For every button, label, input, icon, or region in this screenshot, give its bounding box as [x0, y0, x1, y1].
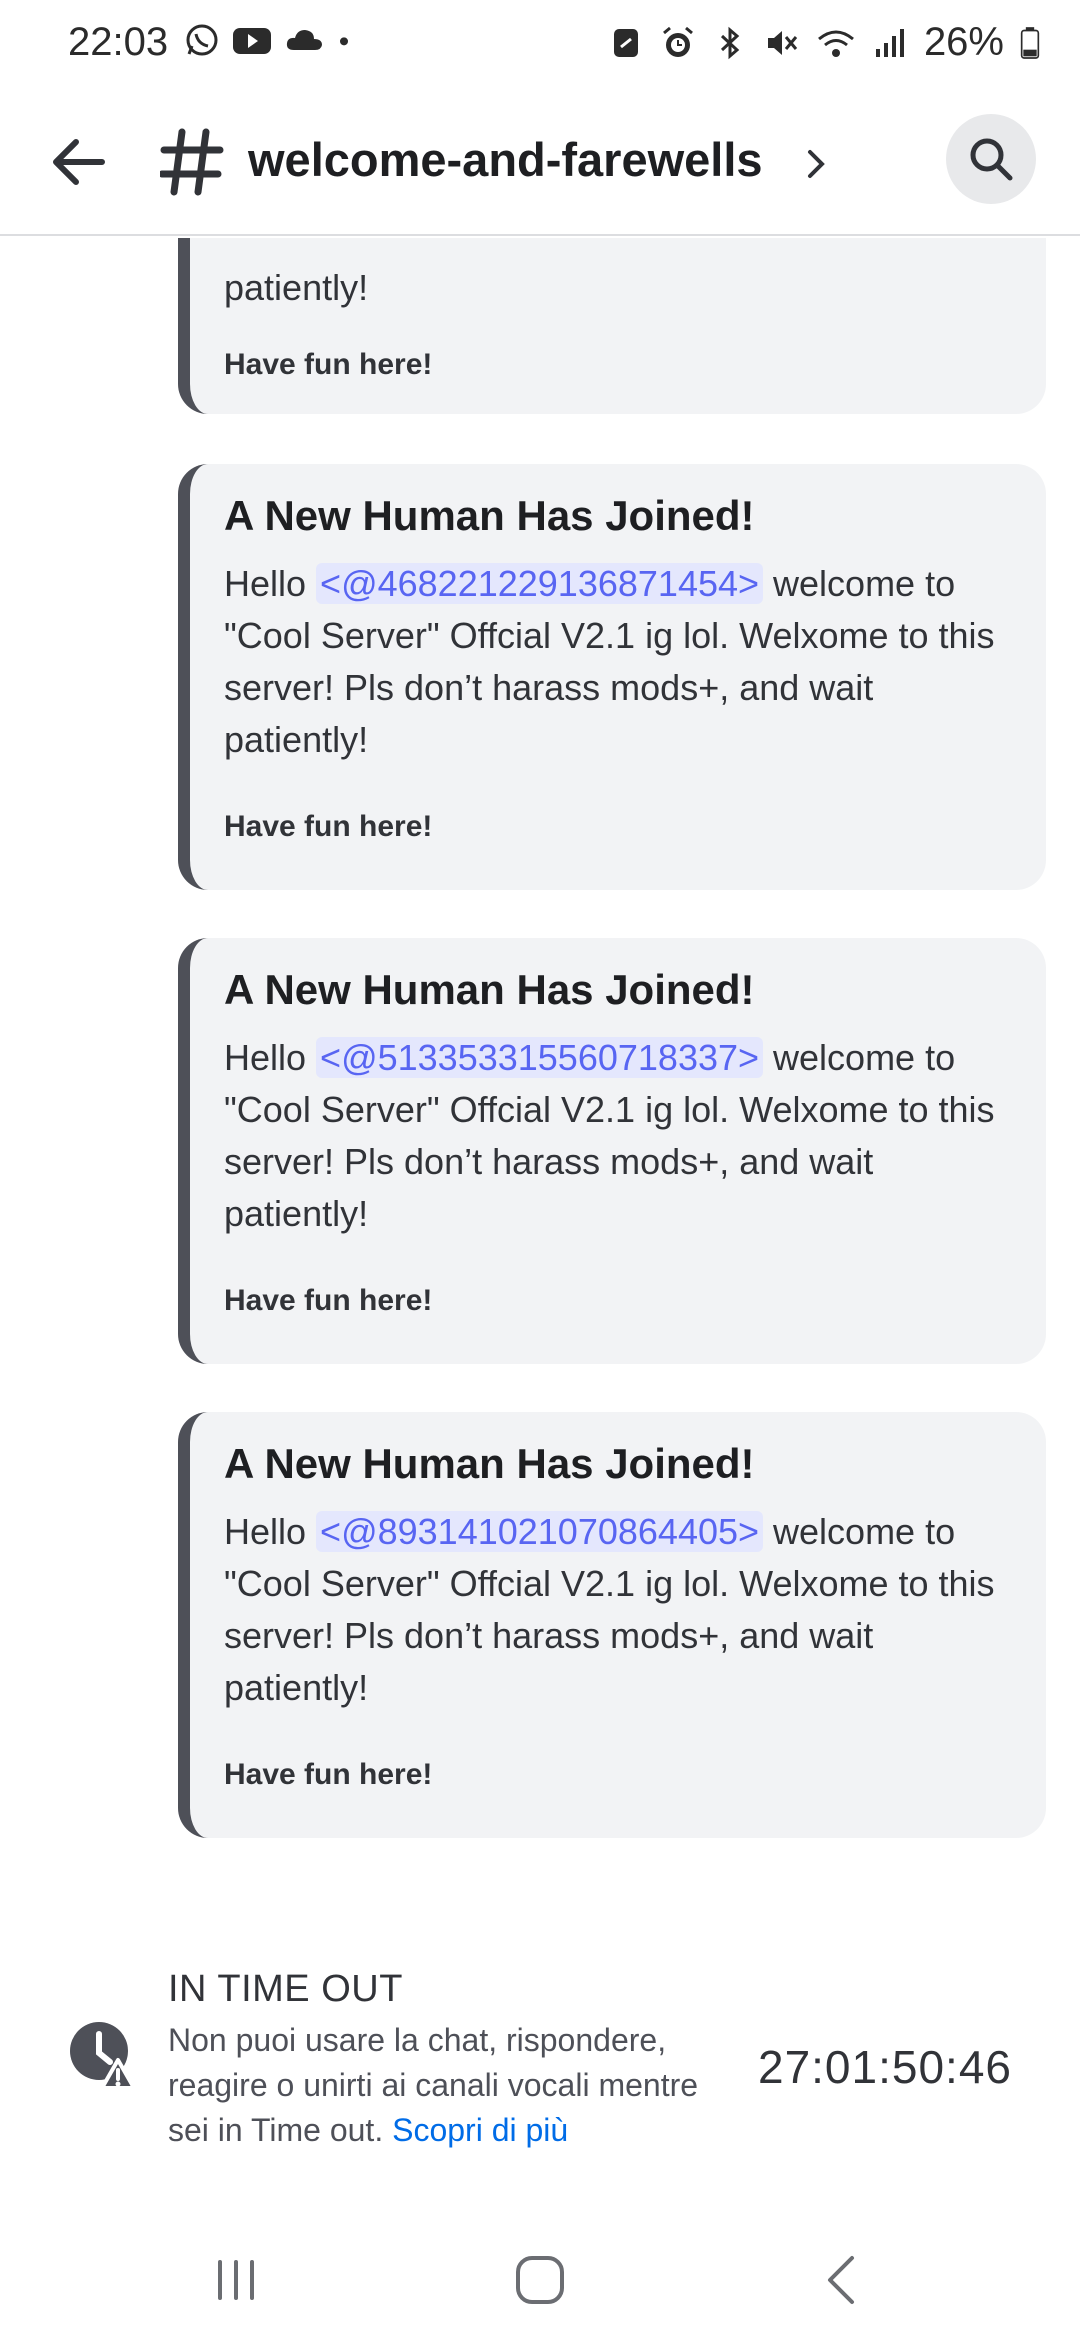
channel-hash-icon [160, 128, 224, 196]
message-embed: A New Human Has Joined! Hello <@89314102… [178, 1412, 1046, 1838]
embed-footer: Have fun here! [224, 348, 433, 381]
message-list[interactable]: patiently! Have fun here! A New Human Ha… [0, 238, 1080, 1918]
back-arrow-icon[interactable] [44, 128, 112, 196]
user-mention[interactable]: <@468221229136871454> [316, 563, 764, 604]
embed-description: Hello <@468221229136871454> welcome to "… [224, 558, 1006, 766]
timeout-clock-warning-icon [70, 2022, 136, 2090]
embed-footer: Have fun here! [224, 1284, 433, 1317]
status-left-icons [184, 22, 360, 58]
timeout-description: Non puoi usare la chat, rispondere, reag… [168, 2018, 728, 2153]
message-embed: A New Human Has Joined! Hello <@51335331… [178, 938, 1046, 1364]
whatsapp-icon [186, 24, 218, 56]
embed-footer: Have fun here! [224, 810, 433, 843]
channel-name[interactable]: welcome-and-farewells [248, 132, 763, 187]
chevron-right-icon[interactable] [802, 144, 830, 184]
embed-description-prefix: Hello [224, 563, 317, 604]
embed-description: Hello <@893141021070864405> welcome to "… [224, 1506, 1006, 1714]
battery-percentage: 26% [923, 20, 1004, 64]
system-navigation-bar [0, 2220, 1080, 2340]
dot-icon [340, 37, 348, 46]
embed-description: Hello <@513353315560718337> welcome to "… [224, 1032, 1006, 1240]
embed-title: A New Human Has Joined! [224, 1440, 755, 1487]
search-icon [970, 138, 1013, 181]
bluetooth-icon [720, 26, 740, 59]
embed-description-prefix: Hello [224, 1037, 317, 1078]
status-bar: 22:03 26% [0, 0, 1080, 86]
alarm-icon [662, 26, 693, 57]
embed-description: patiently! [224, 238, 1006, 314]
status-right-icons: 26% [608, 20, 1040, 65]
search-button[interactable] [946, 114, 1036, 204]
back-nav-icon[interactable] [812, 2250, 872, 2310]
recent-apps-icon[interactable] [206, 2250, 266, 2310]
nfc-icon [613, 28, 638, 57]
timeout-banner: IN TIME OUT Non puoi usare la chat, risp… [0, 1940, 1080, 2180]
cloud-icon [286, 30, 322, 50]
message-embed: patiently! Have fun here! [178, 238, 1046, 414]
embed-description-prefix: Hello [224, 1511, 317, 1552]
signal-icon [875, 28, 904, 57]
battery-icon [1020, 26, 1040, 59]
timeout-title: IN TIME OUT [168, 1968, 403, 2010]
message-embed: A New Human Has Joined! Hello <@46822122… [178, 464, 1046, 890]
embed-title: A New Human Has Joined! [224, 492, 755, 539]
user-mention[interactable]: <@513353315560718337> [316, 1037, 764, 1078]
home-icon[interactable] [510, 2250, 570, 2310]
user-mention[interactable]: <@893141021070864405> [316, 1511, 764, 1552]
timeout-countdown: 27:01:50:46 [757, 2041, 1012, 2093]
wifi-icon [817, 30, 854, 57]
learn-more-link[interactable]: Scopri di più [392, 2112, 568, 2148]
embed-description-text: patiently! [224, 267, 369, 308]
channel-header: welcome-and-farewells [0, 86, 1080, 236]
status-time: 22:03 [68, 20, 169, 64]
embed-footer: Have fun here! [224, 1758, 433, 1791]
embed-title: A New Human Has Joined! [224, 966, 755, 1013]
mute-icon [767, 30, 798, 55]
youtube-icon [233, 28, 271, 54]
